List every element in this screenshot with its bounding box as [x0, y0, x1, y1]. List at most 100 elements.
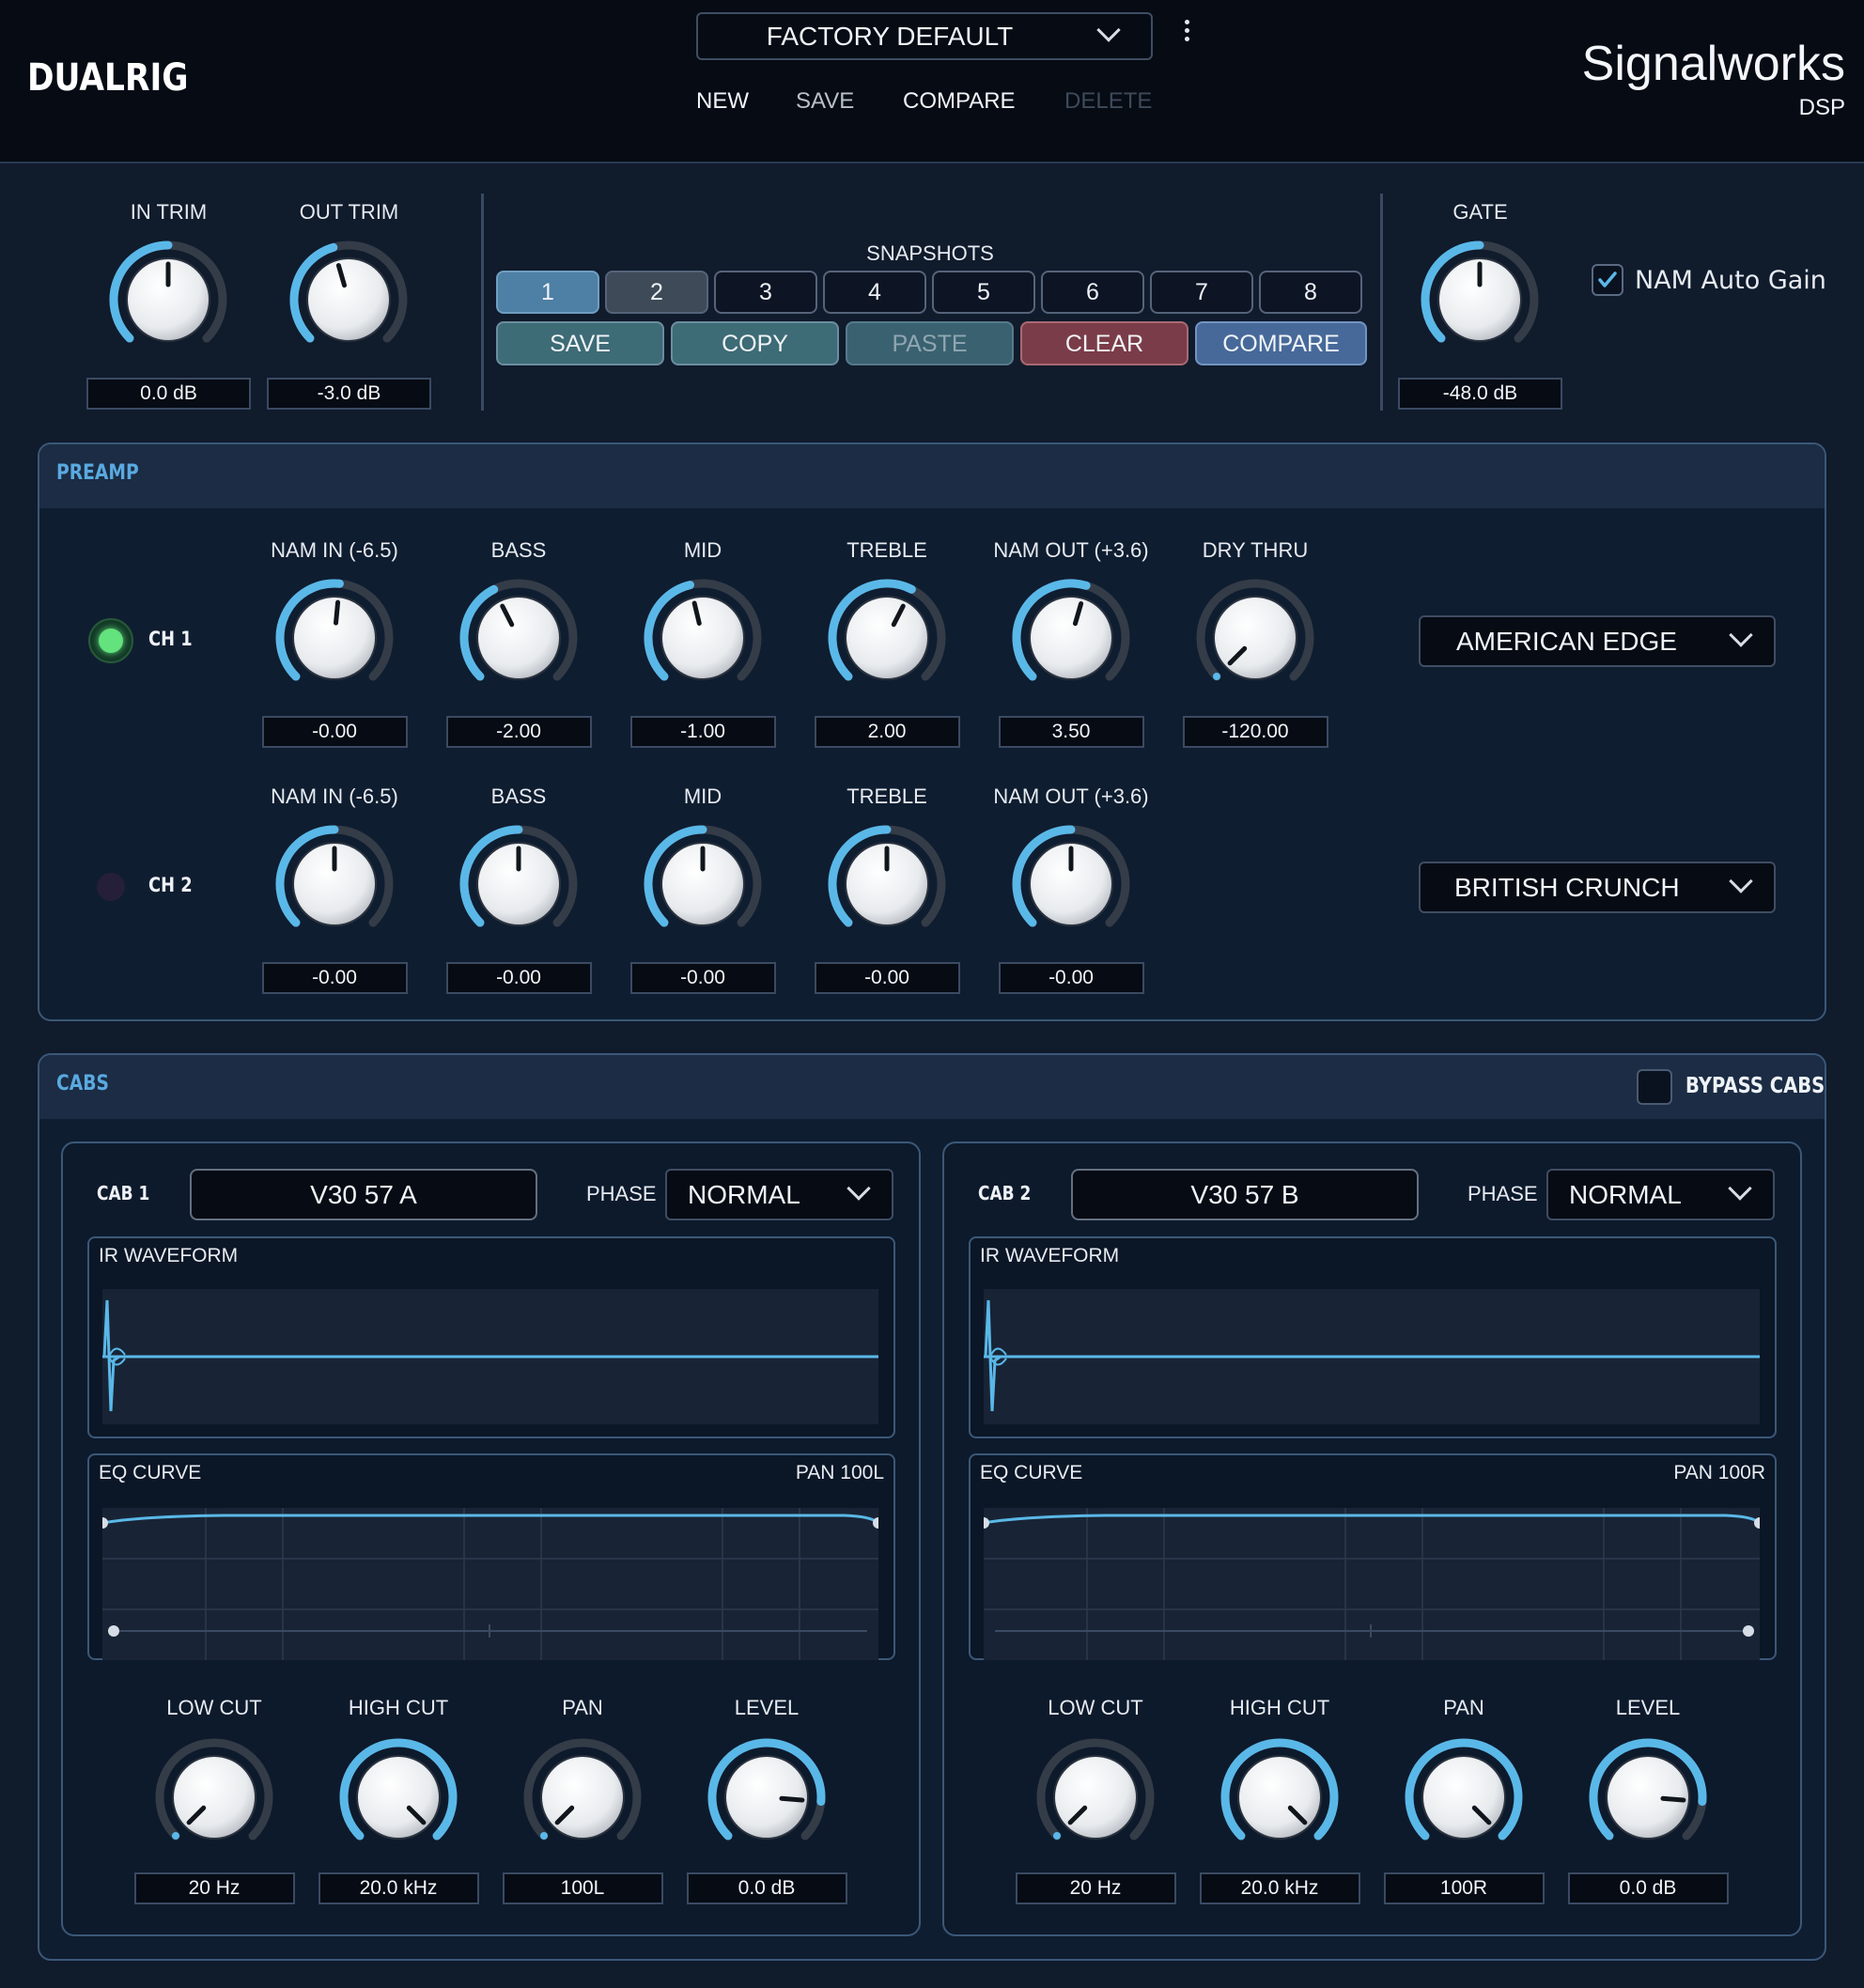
- preset-compare-button[interactable]: COMPARE: [903, 88, 1016, 115]
- ch1-knob-label: DRY THRU: [1202, 538, 1309, 562]
- gate-label: GATE: [1452, 200, 1508, 224]
- snapshot-paste-button[interactable]: PASTE: [846, 321, 1014, 365]
- out-trim-value[interactable]: -3.0 dB: [267, 378, 431, 410]
- cab1-ir-selector[interactable]: V30 57 A: [190, 1169, 537, 1220]
- ch1-knob[interactable]: [1010, 577, 1132, 699]
- snapshot-slot-2[interactable]: 2: [605, 271, 708, 314]
- cab1-knob-value[interactable]: 20 Hz: [133, 1872, 295, 1904]
- snapshot-slot-7[interactable]: 7: [1150, 271, 1253, 314]
- snapshot-slot-5[interactable]: 5: [932, 271, 1035, 314]
- ch1-knob-value[interactable]: -1.00: [629, 716, 776, 748]
- cab2-knob[interactable]: [1219, 1736, 1341, 1858]
- cab1-knob-value[interactable]: 20.0 kHz: [318, 1872, 479, 1904]
- ch1-knob[interactable]: [1194, 577, 1316, 699]
- ch2-led[interactable]: [97, 873, 125, 901]
- cab2-phase-label: PHASE: [1468, 1182, 1538, 1205]
- in-trim-value[interactable]: 0.0 dB: [86, 378, 251, 410]
- cab1-eq-plot: [102, 1508, 878, 1660]
- cab2-knob-value[interactable]: 0.0 dB: [1567, 1872, 1729, 1904]
- snapshot-save-button[interactable]: SAVE: [496, 321, 664, 365]
- cab2-knob[interactable]: [1587, 1736, 1709, 1858]
- cab1-knob[interactable]: [153, 1736, 275, 1858]
- ch2-knob-value[interactable]: -0.00: [445, 962, 592, 994]
- cab1-eq-curve: EQ CURVE PAN 100L: [87, 1453, 895, 1660]
- ch1-knob[interactable]: [273, 577, 396, 699]
- cab2-ir-waveform: IR WAVEFORM: [969, 1236, 1777, 1438]
- ch1-knob-value[interactable]: -120.00: [1182, 716, 1328, 748]
- eq-handle[interactable]: [1743, 1625, 1754, 1637]
- cab1-knob[interactable]: [706, 1736, 828, 1858]
- snapshot-slot-6[interactable]: 6: [1041, 271, 1144, 314]
- cab2-knob[interactable]: [1034, 1736, 1157, 1858]
- ch1-knob[interactable]: [642, 577, 764, 699]
- snapshot-slot-4[interactable]: 4: [823, 271, 926, 314]
- snapshot-copy-button[interactable]: COPY: [671, 321, 839, 365]
- bypass-cabs-label: BYPASS CABS: [1685, 1074, 1825, 1098]
- ch1-amp-selector[interactable]: AMERICAN EDGE: [1419, 615, 1776, 667]
- cab1-knob-value[interactable]: 100L: [502, 1872, 663, 1904]
- ch1-knob-value[interactable]: 3.50: [998, 716, 1144, 748]
- ch2-knob-label: BASS: [490, 784, 547, 808]
- ch2-knob[interactable]: [1010, 823, 1132, 945]
- cab2-knob-label: PAN: [1443, 1696, 1484, 1719]
- ch1-knob-value[interactable]: -2.00: [445, 716, 592, 748]
- preset-name: FACTORY DEFAULT: [766, 22, 1014, 51]
- preset-selector[interactable]: FACTORY DEFAULT: [696, 12, 1153, 60]
- snapshots-title: SNAPSHOTS: [866, 241, 994, 265]
- ch2-knob[interactable]: [458, 823, 580, 945]
- ch1-knob[interactable]: [826, 577, 948, 699]
- ch2-knob[interactable]: [826, 823, 948, 945]
- snapshot-clear-button[interactable]: CLEAR: [1020, 321, 1188, 365]
- preset-delete-button[interactable]: DELETE: [1064, 88, 1152, 115]
- ch1-led[interactable]: [88, 618, 133, 663]
- snapshot-slot-1[interactable]: 1: [496, 271, 599, 314]
- preset-new-button[interactable]: NEW: [696, 88, 749, 115]
- bypass-cabs-checkbox[interactable]: [1637, 1069, 1672, 1105]
- ch2-knob-value[interactable]: -0.00: [814, 962, 960, 994]
- snapshot-compare-button[interactable]: COMPARE: [1195, 321, 1367, 365]
- in-trim-knob[interactable]: [107, 239, 229, 361]
- cab2-knob-value[interactable]: 20.0 kHz: [1199, 1872, 1360, 1904]
- nam-auto-gain-checkbox[interactable]: [1592, 264, 1623, 296]
- ch2-knob-value[interactable]: -0.00: [998, 962, 1144, 994]
- chevron-down-icon: [1096, 18, 1121, 42]
- ch2-knob-label: NAM OUT (+3.6): [993, 784, 1149, 808]
- cab2-ir-selector[interactable]: V30 57 B: [1071, 1169, 1419, 1220]
- cab2-eq-plot: [984, 1508, 1760, 1660]
- cab2-knob-value[interactable]: 100R: [1383, 1872, 1545, 1904]
- ch1-knob-label: MID: [683, 538, 722, 562]
- company-logo: Signalworks: [1581, 37, 1845, 91]
- ch2-amp-name: BRITISH CRUNCH: [1454, 873, 1680, 902]
- ch2-amp-selector[interactable]: BRITISH CRUNCH: [1419, 862, 1776, 913]
- cab1-ir-plot: [102, 1289, 878, 1424]
- ch2-knob[interactable]: [642, 823, 764, 945]
- cab1-knob[interactable]: [337, 1736, 459, 1858]
- cab1-knob[interactable]: [521, 1736, 644, 1858]
- out-trim-knob[interactable]: [287, 239, 410, 361]
- more-vertical-icon[interactable]: [1179, 17, 1194, 49]
- company-logo-sub: DSP: [1798, 95, 1845, 120]
- eq-handle[interactable]: [108, 1625, 119, 1637]
- cab2-knob-value[interactable]: 20 Hz: [1015, 1872, 1176, 1904]
- ch1-knob-value[interactable]: -0.00: [261, 716, 408, 748]
- cab1-label: CAB 1: [97, 1182, 150, 1204]
- cab2-phase-selector[interactable]: NORMAL: [1546, 1169, 1775, 1220]
- snapshot-slot-3[interactable]: 3: [714, 271, 817, 314]
- preset-save-button[interactable]: SAVE: [796, 88, 854, 115]
- ch2-knob[interactable]: [273, 823, 396, 945]
- snapshot-slot-8[interactable]: 8: [1259, 271, 1362, 314]
- cab1-phase-selector[interactable]: NORMAL: [665, 1169, 893, 1220]
- ch1-knob-value[interactable]: 2.00: [814, 716, 960, 748]
- check-icon: [1598, 272, 1617, 287]
- ch1-knob[interactable]: [458, 577, 580, 699]
- gate-knob[interactable]: [1419, 239, 1541, 361]
- ch2-knob-value[interactable]: -0.00: [629, 962, 776, 994]
- cab1-knob-value[interactable]: 0.0 dB: [686, 1872, 847, 1904]
- gate-value[interactable]: -48.0 dB: [1398, 378, 1562, 410]
- cab2-label: CAB 2: [978, 1182, 1032, 1204]
- cabs-header: CABS: [39, 1055, 1825, 1119]
- ch2-knob-value[interactable]: -0.00: [261, 962, 408, 994]
- cab2-knob[interactable]: [1403, 1736, 1525, 1858]
- cab2-eq-title: EQ CURVE: [980, 1462, 1083, 1483]
- ch1-knob-label: NAM IN (-6.5): [271, 538, 398, 562]
